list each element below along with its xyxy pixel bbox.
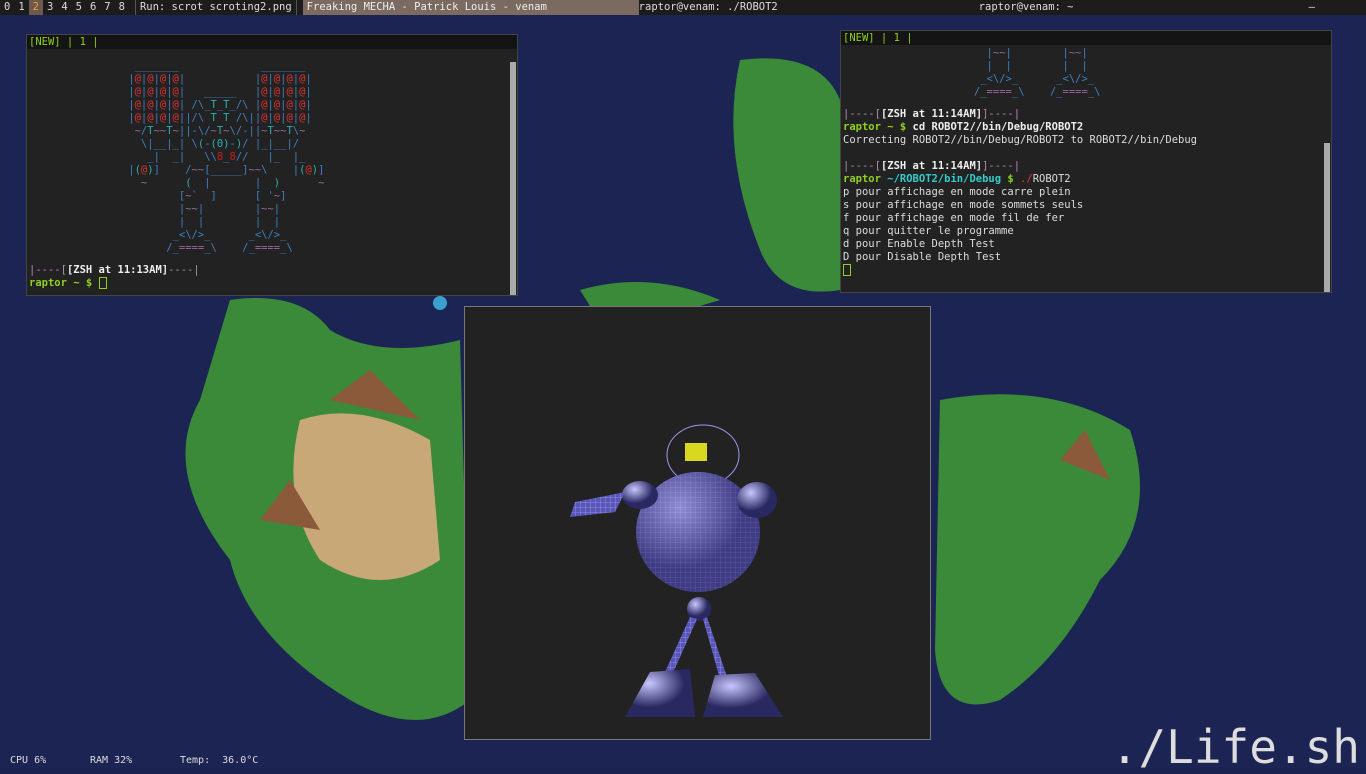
zsh-time: [ZSH at 11:14AM] xyxy=(880,108,983,120)
output-line: Correcting ROBOT2//bin/Debug/ROBOT2 to R… xyxy=(843,134,1198,146)
robot-left-shoulder xyxy=(622,481,658,509)
command-line: raptor ~/ROBOT2/bin/Debug $ ./ROBOT2 xyxy=(841,173,1331,186)
ascii-art-line: _<\/>_ _<\/>_ xyxy=(172,229,287,241)
workspace-1[interactable]: 1 xyxy=(14,0,28,15)
ascii-art-line: |@|@|@|@| _____ |@|@|@|@| xyxy=(128,86,312,98)
ascii-art-line: |@|@|@|@| /\_T_T_/\ |@|@|@|@| xyxy=(128,99,312,111)
command: ROBOT2 xyxy=(1032,173,1071,185)
workspace-7[interactable]: 7 xyxy=(100,0,114,15)
prompt-line[interactable] xyxy=(841,264,1331,277)
ascii-art-line: _______ _______ xyxy=(134,60,306,72)
prompt-header: |----[[ZSH at 11:13AM]----| xyxy=(29,264,200,276)
command-prefix: ./ xyxy=(1020,173,1033,185)
output-line: d pour Enable Depth Test xyxy=(843,238,995,250)
ascii-art-line: ~/T~~T~||-\/~T~\/-||~T~~T\~ xyxy=(134,125,306,137)
wireframe-robot xyxy=(570,424,783,717)
cpu-usage: CPU 6% xyxy=(10,755,47,766)
robot-legs xyxy=(665,617,727,679)
ascii-art-line: |~~| |~~| xyxy=(986,47,1088,59)
output-line: p pour affichage en mode carre plein xyxy=(843,186,1071,198)
output-line: f pour affichage en mode fil de fer xyxy=(843,212,1065,224)
cursor xyxy=(843,264,851,276)
ascii-art-line: |(@)] /~~[_____]~~\ |(@)] xyxy=(128,164,325,176)
robot-left-foot xyxy=(625,669,695,717)
workspace-3[interactable]: 3 xyxy=(43,0,57,15)
ascii-art-line: |@|@|@|@| |@|@|@|@| xyxy=(128,73,312,85)
prompt: raptor ~ $ xyxy=(29,277,93,289)
ascii-art-line: /_====_\ /_====_\ xyxy=(973,86,1101,98)
workspace-6[interactable]: 6 xyxy=(86,0,100,15)
taskbar-window-robot2[interactable]: raptor@venam: ./ROBOT2 xyxy=(639,0,979,15)
prompt-header: |----[[ZSH at 11:14AM]]----| xyxy=(843,108,1021,120)
ascii-mecha-art: |~~| |~~| | | | | _<\/>_ _<\/>_ /_====_\… xyxy=(841,47,1331,99)
taskbar-window-home[interactable]: raptor@venam: ~ xyxy=(979,0,1309,15)
temperature: Temp: 36.0°C xyxy=(180,755,259,766)
ascii-art-line: | | | | xyxy=(986,60,1088,72)
command: cd ROBOT2//bin/Debug/ROBOT2 xyxy=(912,121,1084,133)
ascii-art-line: ~ ( | | ) ~ xyxy=(140,177,325,189)
life-sh-label: ./Life.sh xyxy=(1110,720,1360,774)
prompt-sign: $ xyxy=(1007,173,1014,185)
workspace-8[interactable]: 8 xyxy=(115,0,129,15)
left-terminal[interactable]: [NEW] | 1 | _______ _______ |@|@|@|@| |@… xyxy=(26,34,518,296)
ascii-art-line: _<\/>_ _<\/>_ xyxy=(980,73,1095,85)
ram-usage: RAM 32% xyxy=(90,755,133,766)
prompt-header: |----[[ZSH at 11:14AM]]----| xyxy=(843,160,1021,172)
robot-arm xyxy=(570,492,625,517)
zsh-time: [ZSH at 11:13AM] xyxy=(66,264,169,276)
ascii-art-line: | | | | xyxy=(178,216,281,228)
run-command: Run: scrot scroting2.png xyxy=(134,0,297,15)
prompt-path: ~/ROBOT2/bin/Debug xyxy=(887,173,1002,185)
ascii-art-line: |~~| |~~| xyxy=(178,203,281,215)
workspace-4[interactable]: 4 xyxy=(57,0,71,15)
workspace-0[interactable]: 0 xyxy=(0,0,14,15)
right-terminal[interactable]: [NEW] | 1 | |~~| |~~| | | | | _<\/>_ _<\… xyxy=(840,30,1332,293)
output-line: s pour affichage en mode sommets seuls xyxy=(843,199,1084,211)
output-line: D pour Disable Depth Test xyxy=(843,251,1002,263)
ascii-art-line: |@|@|@|@||/\ T T /\||@|@|@|@| xyxy=(128,112,312,124)
workspace-2[interactable]: 2 xyxy=(28,0,43,15)
ascii-art-line: [~` ] [ '~] xyxy=(178,190,287,202)
top-panel: 0 1 2 3 4 5 6 7 8 Run: scrot scroting2.p… xyxy=(0,0,1366,15)
scrollbar[interactable] xyxy=(510,62,516,295)
robot-right-foot xyxy=(703,673,783,717)
panel-separator: — xyxy=(1308,1,1315,13)
ascii-art-line: /_====_\ /_====_\ xyxy=(166,242,293,254)
cursor xyxy=(98,277,107,289)
prompt: raptor ~ $ xyxy=(843,121,907,133)
output-line: q pour quitter le programme xyxy=(843,225,1014,237)
scrollbar[interactable] xyxy=(1324,143,1330,292)
workspace-5[interactable]: 5 xyxy=(72,0,86,15)
command-line: raptor ~ $ cd ROBOT2//bin/Debug/ROBOT2 xyxy=(841,121,1331,134)
prompt-line[interactable]: raptor ~ $ xyxy=(27,277,517,290)
robot-right-shoulder xyxy=(737,482,777,518)
terminal-tab-header: [NEW] | 1 | xyxy=(841,31,1331,45)
ascii-art-line: _| _| \\8_8// |_ |_ xyxy=(147,151,306,163)
opengl-robot-window[interactable] xyxy=(464,306,931,740)
terminal-tab-header: [NEW] | 1 | xyxy=(27,35,517,49)
ascii-art-line: \|__|_| \(-(0)-)/ |_|__|/ xyxy=(140,138,300,150)
ascii-mecha-art: _______ _______ |@|@|@|@| |@|@|@|@| |@|@… xyxy=(27,60,517,255)
zsh-time: [ZSH at 11:14AM] xyxy=(880,160,983,172)
now-playing: Freaking MECHA - Patrick Louis - venam xyxy=(302,0,639,15)
prompt-user: raptor xyxy=(843,173,881,185)
